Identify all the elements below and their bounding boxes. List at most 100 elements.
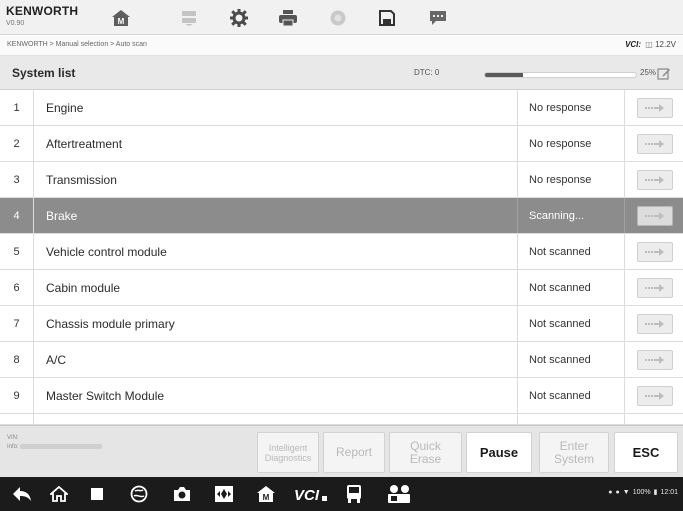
wifi-icon: ● bbox=[615, 488, 620, 496]
arrow-right-icon bbox=[645, 356, 665, 364]
system-name: Transmission bbox=[46, 172, 117, 187]
arrow-right-icon bbox=[645, 320, 665, 328]
esc-button[interactable]: ESC bbox=[614, 432, 678, 473]
report-button[interactable]: Report bbox=[323, 432, 385, 473]
enter-system-arrow-button[interactable] bbox=[637, 170, 673, 190]
vehicle-brand: KENWORTH V0.90 bbox=[6, 4, 78, 27]
arrow-right-icon bbox=[645, 104, 665, 112]
system-row[interactable]: 3 Transmission No response bbox=[0, 162, 683, 198]
battery-icon: ▮ bbox=[653, 489, 658, 496]
back-button[interactable] bbox=[8, 483, 36, 505]
quick-erase-button[interactable]: Quick Erase bbox=[389, 432, 462, 473]
home-icon: M bbox=[112, 9, 130, 26]
vehicle-icon bbox=[347, 485, 361, 503]
system-name: Cabin module bbox=[46, 280, 121, 295]
arrow-right-icon bbox=[645, 212, 665, 220]
vehicle-swap-button[interactable] bbox=[167, 4, 211, 31]
row-number: 9 bbox=[13, 389, 20, 402]
enter-system-arrow-button[interactable] bbox=[637, 134, 673, 154]
scan-progress-percent: 25% bbox=[640, 68, 657, 77]
signal-icon: ▼ bbox=[622, 488, 630, 496]
pause-button[interactable]: Pause bbox=[466, 432, 532, 473]
enter-system-arrow-button[interactable] bbox=[637, 350, 673, 370]
help-icon bbox=[330, 10, 346, 25]
vehicle-make: KENWORTH bbox=[6, 4, 79, 18]
function-bar: VIN: Info: Intelligent Diagnostics Repor… bbox=[0, 425, 683, 477]
camera-icon bbox=[174, 487, 190, 501]
row-number: 1 bbox=[13, 101, 20, 114]
scan-status: Not scanned bbox=[517, 378, 625, 413]
screen-capture-button[interactable] bbox=[210, 483, 238, 505]
save-button[interactable] bbox=[365, 4, 409, 31]
scan-status: No response bbox=[517, 90, 625, 125]
nav-home-button[interactable] bbox=[45, 483, 73, 505]
system-nav-bar: M VCI ● ● ▼ 100% ▮ 12:01 bbox=[0, 477, 683, 511]
message-button[interactable] bbox=[416, 4, 460, 31]
system-row[interactable]: 2 Aftertreatment No response bbox=[0, 126, 683, 162]
system-row[interactable]: 7 Chassis module primary Not scanned bbox=[0, 306, 683, 342]
enter-system-arrow-button[interactable] bbox=[637, 206, 673, 226]
enter-system-arrow-button[interactable] bbox=[637, 242, 673, 262]
system-row[interactable]: 6 Cabin module Not scanned bbox=[0, 270, 683, 306]
battery-percent: 100% bbox=[632, 488, 651, 496]
info-label: Info: bbox=[7, 444, 19, 450]
row-number: 6 bbox=[13, 281, 20, 294]
system-name: Engine bbox=[46, 100, 84, 115]
help-button[interactable] bbox=[316, 4, 360, 31]
column-divider bbox=[33, 90, 34, 125]
print-button[interactable] bbox=[266, 4, 310, 31]
system-row[interactable]: 5 Vehicle control module Not scanned bbox=[0, 234, 683, 270]
remote-desk-button[interactable] bbox=[383, 483, 415, 505]
vci-button[interactable]: VCI bbox=[293, 483, 329, 505]
redacted-info bbox=[20, 443, 103, 449]
recents-button[interactable] bbox=[83, 483, 111, 505]
intelligent-diagnostics-button[interactable]: Intelligent Diagnostics bbox=[257, 432, 319, 473]
settings-icon bbox=[230, 8, 248, 27]
scan-status: Scanning... bbox=[517, 198, 625, 233]
enter-system-arrow-button[interactable] bbox=[637, 314, 673, 334]
browser-button[interactable] bbox=[125, 483, 153, 505]
system-row[interactable]: 4 Brake Scanning... bbox=[0, 198, 683, 234]
system-row[interactable]: 1 Engine No response bbox=[0, 90, 683, 126]
vci-label: VCI: bbox=[625, 40, 642, 49]
enter-system-button[interactable]: Enter System bbox=[539, 432, 609, 473]
edit-button[interactable] bbox=[657, 67, 671, 86]
recents-icon bbox=[91, 488, 103, 500]
system-row[interactable]: 8 A/C Not scanned bbox=[0, 342, 683, 378]
system-row[interactable]: 9 Master Switch Module Not scanned bbox=[0, 378, 683, 414]
column-divider bbox=[33, 306, 34, 341]
clock: 12:01 bbox=[660, 488, 678, 496]
vci-icon: VCI bbox=[294, 487, 327, 502]
system-name: Master Switch Module bbox=[46, 388, 165, 403]
scan-status: Not scanned bbox=[517, 342, 625, 377]
scan-status bbox=[517, 414, 625, 424]
row-number: 8 bbox=[13, 353, 20, 366]
remote-desk-icon bbox=[388, 485, 410, 503]
camera-button[interactable] bbox=[168, 483, 196, 505]
column-divider bbox=[33, 162, 34, 197]
system-name: Brake bbox=[46, 208, 78, 223]
home-button[interactable]: M bbox=[99, 4, 143, 31]
column-divider bbox=[33, 234, 34, 269]
vehicle-button[interactable] bbox=[340, 483, 368, 505]
system-name: Chassis module primary bbox=[46, 316, 175, 331]
settings-button[interactable] bbox=[217, 4, 261, 31]
system-name: Vehicle control module bbox=[46, 244, 167, 259]
breadcrumb: KENWORTH > Manual selection > Auto scan bbox=[7, 41, 147, 48]
screen-capture-icon bbox=[215, 486, 233, 502]
row-number: 3 bbox=[13, 173, 20, 186]
scan-status: Not scanned bbox=[517, 234, 625, 269]
dtc-count: DTC: 0 bbox=[414, 68, 440, 77]
column-divider bbox=[33, 198, 34, 233]
browser-icon bbox=[130, 485, 148, 503]
enter-system-arrow-button[interactable] bbox=[637, 386, 673, 406]
enter-system-arrow-button[interactable] bbox=[637, 98, 673, 118]
row-number: 4 bbox=[13, 209, 20, 222]
column-divider bbox=[33, 126, 34, 161]
system-name: Aftertreatment bbox=[46, 136, 123, 151]
column-divider bbox=[33, 342, 34, 377]
scan-status: Not scanned bbox=[517, 270, 625, 305]
scan-progress-fill bbox=[485, 73, 523, 77]
autel-home-button[interactable]: M bbox=[252, 483, 280, 505]
enter-system-arrow-button[interactable] bbox=[637, 278, 673, 298]
